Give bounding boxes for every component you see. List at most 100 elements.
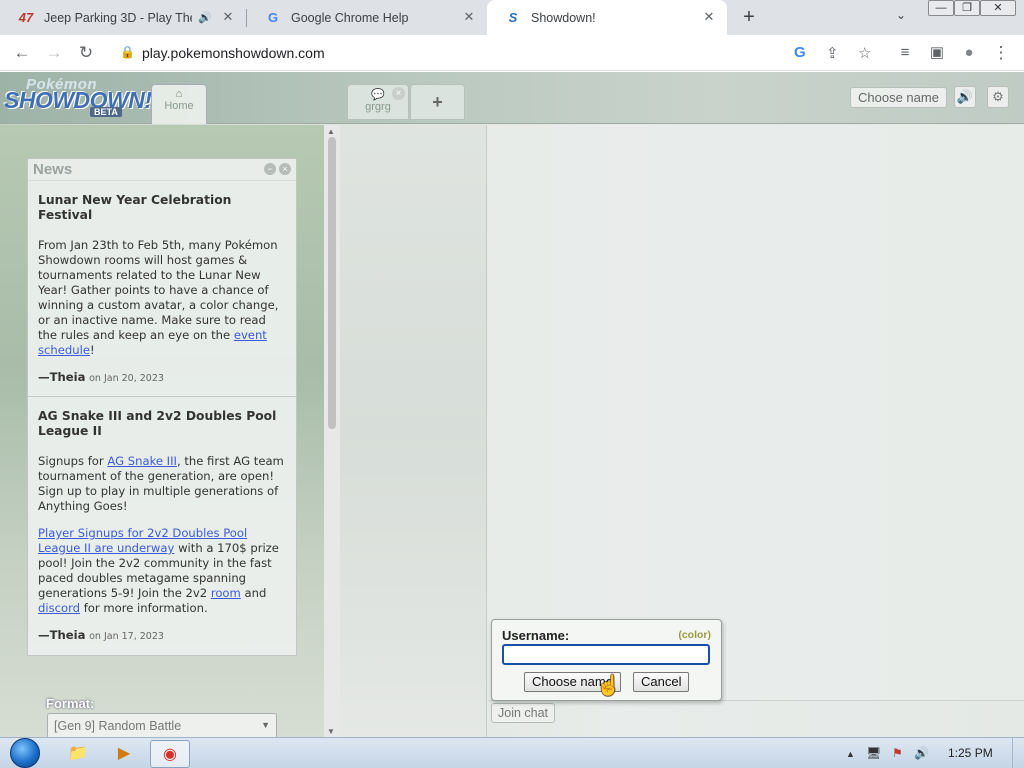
ag-snake-link[interactable]: AG Snake III [107, 454, 177, 468]
media-control-icon[interactable]: ≡ [894, 42, 916, 64]
reload-button[interactable]: ↻ [75, 42, 97, 64]
logo-showdown-text: SHOWDOWN! [4, 87, 152, 113]
body-text: Signups for [38, 454, 108, 468]
post-date: on Jan 17, 2023 [89, 631, 164, 642]
scroll-down-icon[interactable]: ▼ [327, 727, 335, 736]
jeep-parking-favicon-icon: 47 [18, 10, 34, 25]
settings-gear-icon[interactable]: ⚙ [987, 86, 1009, 108]
home-scrollbar[interactable]: ▲ ▼ [324, 125, 340, 737]
tab-title: Jeep Parking 3D - Play The F [44, 10, 192, 25]
tab-jeep-parking[interactable]: 47 Jeep Parking 3D - Play The F 🔊 ✕ [0, 0, 246, 35]
volume-icon[interactable]: 🔊 [914, 746, 929, 760]
windows-taskbar: 📁 ▶ ◉ ▲ 🖥 ⚑ 🔊 1:25 PM [0, 737, 1024, 768]
close-tab-icon[interactable]: ✕ [461, 9, 477, 25]
header-choose-name-button[interactable]: Choose name [850, 87, 947, 108]
tab-search-icon[interactable]: ⌄ [896, 8, 906, 22]
close-room-icon[interactable]: × [392, 87, 405, 100]
side-panel-icon[interactable]: ▣ [926, 42, 948, 64]
browser-toolbar: ← → ↻ 🔒 play.pokemonshowdown.com G ⇪ ☆ ≡… [0, 35, 1024, 71]
explorer-icon[interactable]: 📁 [58, 740, 98, 768]
close-tab-icon[interactable]: ✕ [220, 9, 236, 25]
body-text: and [240, 586, 267, 600]
middle-column [340, 125, 487, 737]
room-link[interactable]: room [211, 586, 241, 600]
minimize-news-icon[interactable]: − [264, 163, 276, 175]
close-window-button[interactable]: ✕ [980, 0, 1016, 16]
google-favicon-icon: G [267, 10, 279, 25]
audio-playing-icon[interactable]: 🔊 [198, 11, 212, 24]
news-post: Lunar New Year Celebration Festival From… [28, 181, 296, 396]
showdown-logo[interactable]: Pokémon SHOWDOWN! BETA [4, 76, 152, 118]
network-icon[interactable]: 🖥 [866, 746, 881, 760]
post-author: —Theia [38, 628, 86, 642]
news-post-byline: —Theia on Jan 17, 2023 [38, 628, 286, 644]
new-tab-button[interactable]: + [738, 6, 760, 28]
format-label: Format: [46, 696, 95, 711]
tab-showdown[interactable]: S Showdown! ✕ [487, 0, 727, 35]
beta-badge: BETA [90, 107, 122, 117]
chrome-taskbar-icon[interactable]: ◉ [150, 740, 190, 768]
tab-chrome-help[interactable]: G Google Chrome Help ✕ [247, 0, 487, 35]
post-author: —Theia [38, 370, 86, 384]
address-bar[interactable]: 🔒 play.pokemonshowdown.com G ⇪ ☆ [108, 39, 878, 67]
post-date: on Jan 20, 2023 [89, 373, 164, 384]
minimize-button[interactable]: — [928, 0, 954, 16]
room-tab-label: grgrg [365, 101, 391, 113]
bookmark-star-icon[interactable]: ☆ [858, 44, 871, 62]
dropdown-arrow-icon: ▼ [261, 720, 270, 730]
scrollbar-thumb[interactable] [328, 137, 336, 429]
join-chat-button[interactable]: Join chat [491, 703, 556, 723]
lock-icon[interactable]: 🔒 [120, 45, 135, 59]
username-input[interactable] [502, 644, 710, 665]
tab-room-grgrg[interactable]: 💬 grgrg × [347, 84, 409, 120]
media-player-icon[interactable]: ▶ [104, 740, 144, 768]
news-post-body: From Jan 23th to Feb 5th, many Pokémon S… [38, 238, 286, 358]
chat-area [488, 125, 1024, 700]
forward-button[interactable]: → [43, 42, 65, 64]
windows-logo-icon [10, 738, 40, 768]
news-header: News − × [28, 159, 296, 181]
showdown-header: Pokémon SHOWDOWN! BETA ⌂ Home 💬 grgrg × … [0, 72, 1024, 124]
news-post-byline: —Theia on Jan 20, 2023 [38, 370, 286, 386]
profile-avatar-icon[interactable]: ● [958, 42, 980, 64]
body-text: for more information. [80, 601, 208, 615]
news-post-body: Player Signups for 2v2 Doubles Pool Leag… [38, 526, 286, 616]
browser-tab-strip: 47 Jeep Parking 3D - Play The F 🔊 ✕ G Go… [0, 0, 1024, 35]
news-panel: News − × Lunar New Year Celebration Fest… [27, 158, 297, 656]
show-desktop-button[interactable] [1012, 738, 1024, 768]
tab-home[interactable]: ⌂ Home [151, 84, 207, 124]
hand-cursor-icon: ☝ [596, 675, 621, 697]
username-label: Username: [502, 628, 570, 643]
chrome-menu-icon[interactable]: ⋮ [990, 42, 1012, 64]
tab-title: Google Chrome Help [291, 10, 409, 25]
body-text: ! [89, 343, 95, 357]
news-post-title: AG Snake III and 2v2 Doubles Pool League… [38, 409, 277, 438]
format-select[interactable]: [Gen 9] Random Battle ▼ [47, 713, 277, 737]
news-post: AG Snake III and 2v2 Doubles Pool League… [28, 397, 296, 654]
back-button[interactable]: ← [11, 42, 33, 64]
show-hidden-icons-icon[interactable]: ▲ [846, 749, 855, 759]
sound-icon[interactable]: 🔊 [954, 86, 976, 108]
news-post-title: Lunar New Year Celebration Festival [38, 193, 232, 222]
home-tab-label: Home [164, 100, 194, 112]
showdown-favicon-icon: S [508, 10, 518, 25]
scroll-up-icon[interactable]: ▲ [327, 127, 335, 136]
start-button[interactable] [8, 738, 44, 768]
add-room-button[interactable]: + [410, 84, 465, 120]
close-tab-icon[interactable]: ✕ [701, 9, 717, 25]
tab-title: Showdown! [531, 10, 596, 25]
share-icon[interactable]: ⇪ [826, 44, 839, 62]
color-link[interactable]: (color) [678, 629, 711, 641]
google-lens-icon[interactable]: G [794, 44, 806, 61]
body-text: From Jan 23th to Feb 5th, many Pokémon S… [38, 238, 279, 342]
taskbar-clock[interactable]: 1:25 PM [948, 746, 993, 760]
restore-button[interactable]: ❐ [954, 0, 980, 16]
home-icon: ⌂ [175, 88, 183, 100]
format-value: [Gen 9] Random Battle [54, 719, 182, 733]
close-news-icon[interactable]: × [279, 163, 291, 175]
action-center-flag-icon[interactable]: ⚑ [892, 746, 903, 760]
cancel-button[interactable]: Cancel [633, 672, 690, 692]
discord-link[interactable]: discord [38, 601, 80, 615]
news-title: News [33, 161, 73, 178]
url-text[interactable]: play.pokemonshowdown.com [142, 45, 325, 61]
